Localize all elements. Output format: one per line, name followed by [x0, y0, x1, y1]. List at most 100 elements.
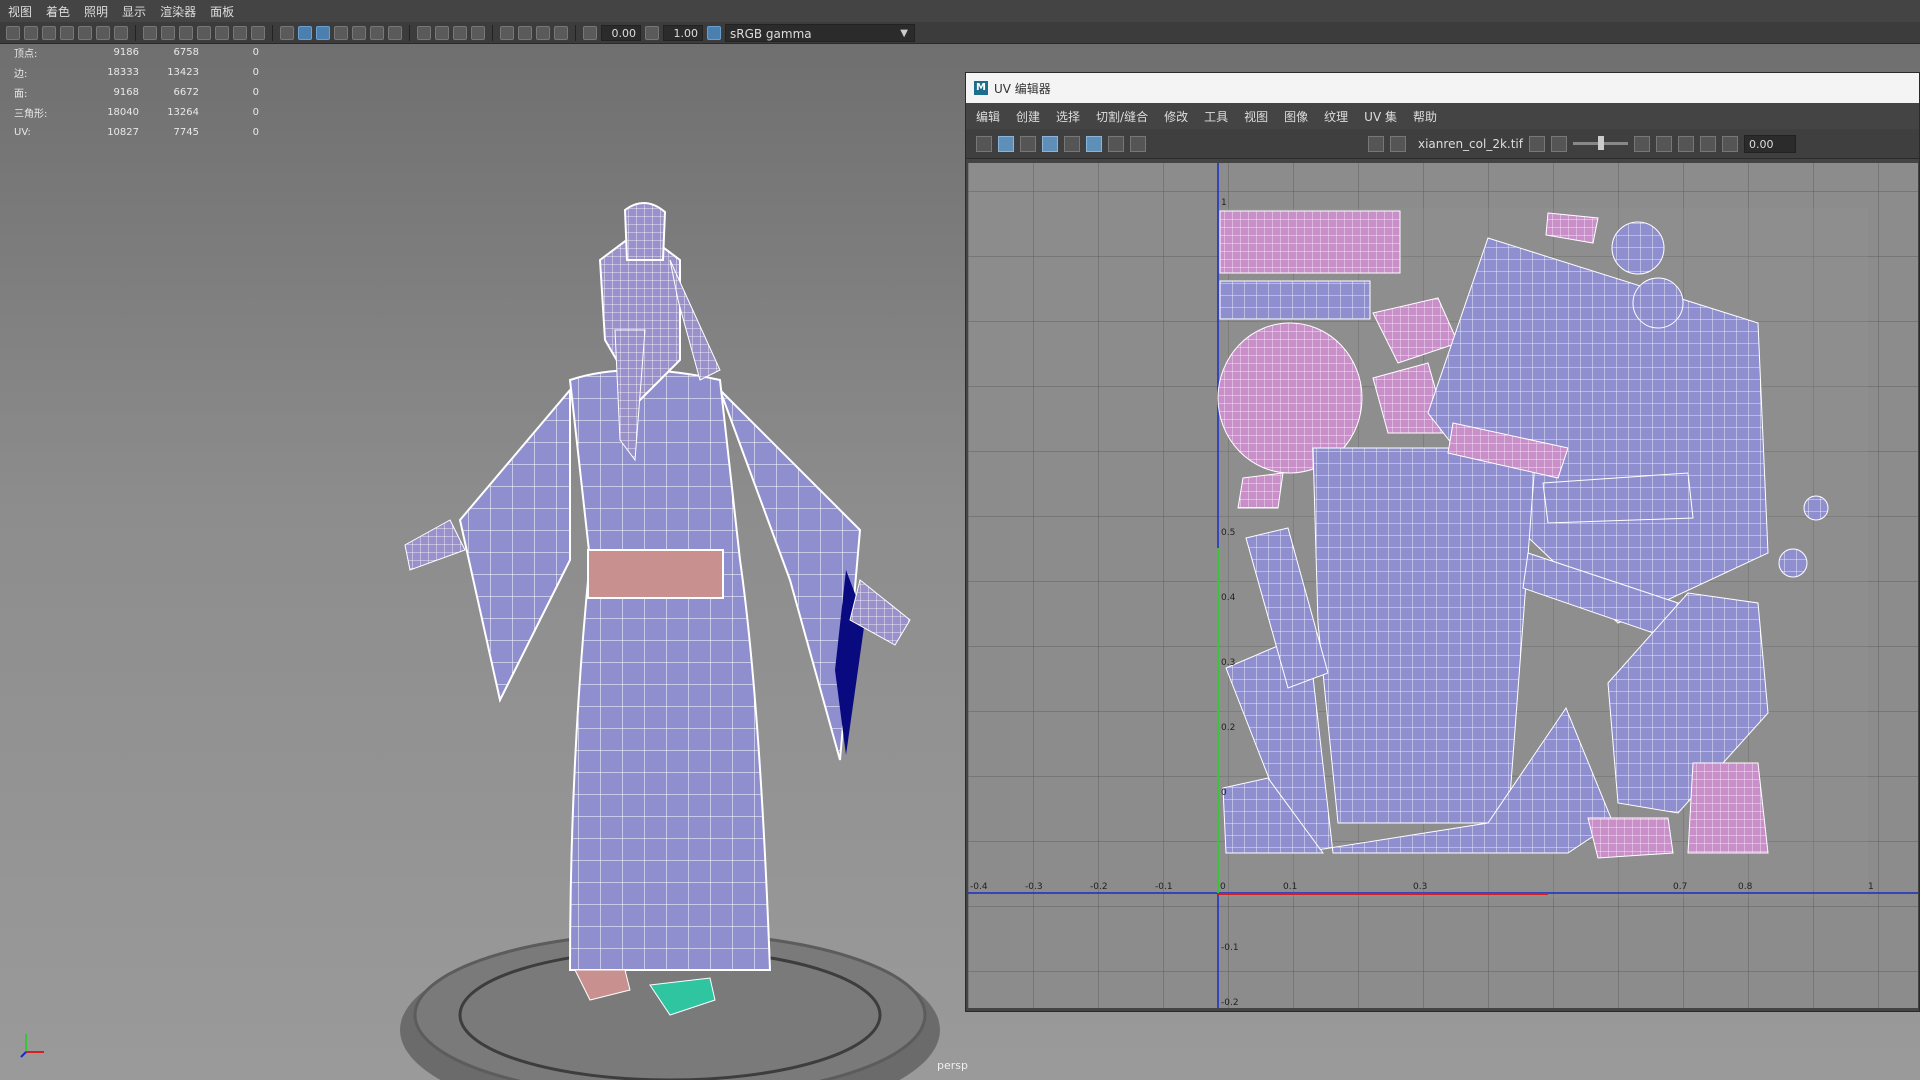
move-camera-icon[interactable]: [96, 25, 110, 40]
image-plane-icon[interactable]: [60, 25, 74, 40]
uv-menu-edit[interactable]: 编辑: [976, 108, 1000, 125]
u-tick-label: 0: [1220, 882, 1226, 892]
bookmark-icon[interactable]: [42, 25, 56, 40]
uv-menu-select[interactable]: 选择: [1056, 108, 1080, 125]
uv-menu-create[interactable]: 创建: [1016, 108, 1040, 125]
uv-menu-modify[interactable]: 修改: [1164, 108, 1188, 125]
menu-view[interactable]: 视图: [8, 3, 32, 20]
uv-alpha-icon[interactable]: [1551, 135, 1567, 152]
hud-label: 顶点:: [14, 48, 38, 60]
wireframe-on-shaded-icon[interactable]: [316, 25, 330, 40]
menu-show[interactable]: 显示: [122, 3, 146, 20]
menu-lighting[interactable]: 照明: [84, 3, 108, 20]
screen-space-ao-icon[interactable]: [435, 25, 449, 40]
uv-fit-icon[interactable]: [1634, 135, 1650, 152]
v-tick-label: 0.5: [1221, 528, 1235, 538]
camera-icon[interactable]: [6, 25, 20, 40]
uv-menu-view[interactable]: 视图: [1244, 108, 1268, 125]
uv-menu-textures[interactable]: 纹理: [1324, 108, 1348, 125]
uv-exposure-icon[interactable]: [1678, 135, 1694, 152]
grease-pencil-icon[interactable]: [78, 25, 92, 40]
left-sleeve: [458, 387, 571, 703]
uv-menu-tools[interactable]: 工具: [1204, 108, 1228, 125]
u-tick-label: -0.3: [1025, 882, 1043, 892]
uv-shell-circle-1: [1611, 221, 1665, 275]
xray-icon[interactable]: [518, 25, 532, 40]
film-gate-icon[interactable]: [161, 25, 175, 40]
color-space-dropdown[interactable]: sRGB gamma ▼: [725, 23, 915, 42]
toolbar-separator: [272, 24, 273, 41]
gamma-icon[interactable]: [645, 25, 659, 40]
uv-value-field[interactable]: 0.00: [1744, 134, 1796, 153]
hud-row-faces: 面: 9168 6672 0: [14, 82, 259, 102]
uv-shaded-icon[interactable]: [1042, 135, 1058, 152]
sphere-icon[interactable]: [417, 25, 431, 40]
brightness-slider[interactable]: [1573, 136, 1628, 150]
u-tick-label: 0.8: [1738, 882, 1753, 892]
uv-texture-icon[interactable]: [1368, 135, 1384, 152]
u-tick-label: 0.7: [1673, 882, 1687, 892]
uv-checker-icon[interactable]: [1390, 135, 1406, 152]
uv-gamma-icon[interactable]: [1722, 135, 1738, 152]
uv-menu-uvsets[interactable]: UV 集: [1364, 108, 1397, 125]
hud-row-triangles: 三角形: 18040 13264 0: [14, 102, 259, 122]
xray-component-icon[interactable]: [554, 25, 568, 40]
motion-blur-icon[interactable]: [453, 25, 467, 40]
hud-value: 13423: [167, 66, 199, 78]
uv-frame-icon[interactable]: [1656, 135, 1672, 152]
uv-shell-icon[interactable]: [976, 135, 992, 152]
textured-icon[interactable]: [334, 25, 348, 40]
sun-icon[interactable]: [388, 25, 402, 40]
uv-grid-icon[interactable]: [1086, 135, 1102, 152]
maya-logo-icon: M: [974, 81, 988, 95]
hud-value: 10827: [107, 126, 139, 138]
smooth-shade-icon[interactable]: [298, 25, 312, 40]
menu-panels[interactable]: 面板: [210, 3, 234, 20]
v-tick-label: 0: [1221, 788, 1227, 798]
hud-value: 0: [252, 106, 259, 118]
menu-renderer[interactable]: 渲染器: [160, 3, 196, 20]
uv-editor-window[interactable]: M UV 编辑器 编辑 创建 选择 切割/缝合 修改 工具 视图 图像 纹理 U…: [965, 72, 1920, 1012]
exposure-field[interactable]: 0.00: [601, 24, 641, 41]
v-tick-label: 0.4: [1221, 593, 1236, 603]
uv-shell-circle-2: [1632, 277, 1684, 329]
pencil-icon[interactable]: [114, 25, 128, 40]
grid-icon[interactable]: [143, 25, 157, 40]
uv-menu-image[interactable]: 图像: [1284, 108, 1308, 125]
field-chart-icon[interactable]: [215, 25, 229, 40]
uv-shell-ear-pink: [1237, 472, 1284, 509]
uv-snapshot-icon[interactable]: [1130, 135, 1146, 152]
anti-alias-icon[interactable]: [471, 25, 485, 40]
uv-display-icon[interactable]: [998, 135, 1014, 152]
uv-snap-icon[interactable]: [1108, 135, 1124, 152]
lights-icon[interactable]: [352, 25, 366, 40]
color-management-icon[interactable]: [707, 25, 721, 40]
u-tick-label: -0.1: [1155, 882, 1173, 892]
gate-mask-icon[interactable]: [197, 25, 211, 40]
uv-menu-help[interactable]: 帮助: [1413, 108, 1437, 125]
slider-knob[interactable]: [1598, 136, 1604, 150]
hud-value: 0: [252, 46, 259, 58]
uv-rgb-icon[interactable]: [1529, 135, 1545, 152]
character-model[interactable]: [380, 200, 940, 1080]
toolbar-separator: [409, 24, 410, 41]
safe-title-icon[interactable]: [251, 25, 265, 40]
safe-action-icon[interactable]: [233, 25, 247, 40]
camera-attr-icon[interactable]: [24, 25, 38, 40]
uv-distortion-icon[interactable]: [1064, 135, 1080, 152]
xray-joints-icon[interactable]: [536, 25, 550, 40]
resolution-gate-icon[interactable]: [179, 25, 193, 40]
wireframe-icon[interactable]: [280, 25, 294, 40]
texture-name[interactable]: xianren_col_2k.tif: [1418, 137, 1523, 151]
uv-canvas[interactable]: -0.4 -0.3 -0.2 -0.1 0 0.1 0.3 0.7 0.8 1 …: [968, 163, 1918, 1008]
toolbar-separator: [575, 24, 576, 41]
uv-editor-titlebar[interactable]: M UV 编辑器: [966, 73, 1919, 103]
menu-shading[interactable]: 着色: [46, 3, 70, 20]
exposure-icon[interactable]: [583, 25, 597, 40]
gamma-field[interactable]: 1.00: [663, 24, 703, 41]
uv-menu-cut-sew[interactable]: 切割/缝合: [1096, 108, 1148, 125]
isolate-select-icon[interactable]: [500, 25, 514, 40]
uv-image-icon[interactable]: [1020, 135, 1036, 152]
shadows-icon[interactable]: [370, 25, 384, 40]
uv-psd-icon[interactable]: [1700, 135, 1716, 152]
